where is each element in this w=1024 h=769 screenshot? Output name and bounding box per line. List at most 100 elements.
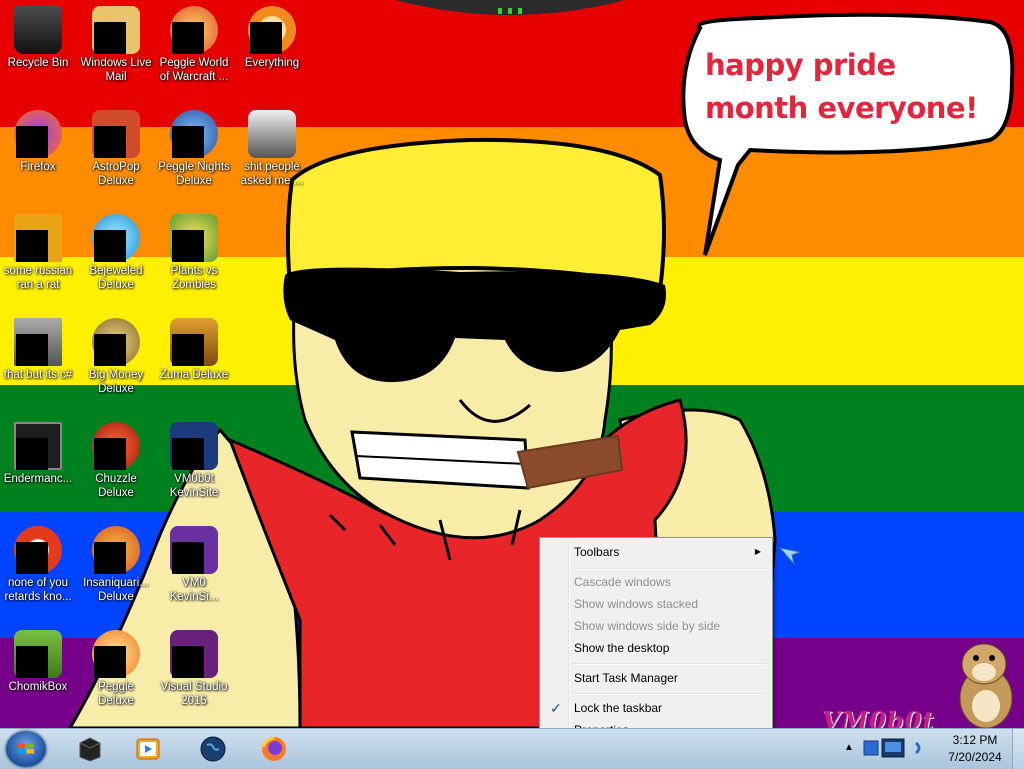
program-icon bbox=[14, 214, 62, 262]
menu-item-label: Start Task Manager bbox=[574, 671, 678, 685]
submenu-arrow-icon: ▶ bbox=[754, 547, 761, 556]
desktop-icon-label: Windows Live Mail bbox=[80, 57, 152, 83]
desktop-icon-label: Recycle Bin bbox=[7, 57, 69, 69]
network-icon bbox=[863, 740, 879, 756]
taskbar-pinned-cube[interactable] bbox=[62, 731, 118, 767]
menu-item-show-desktop[interactable]: Show the desktop bbox=[543, 637, 769, 659]
desktop-icon-recycle-bin[interactable]: Recycle Bin bbox=[0, 4, 76, 70]
globe-icon bbox=[200, 736, 226, 762]
menu-item-cascade-windows[interactable]: Cascade windows bbox=[543, 571, 769, 593]
taskbar[interactable]: ▲ 3:12 PM 7/20/2024 bbox=[0, 728, 1024, 769]
taskbar-pinned-globe[interactable] bbox=[185, 731, 241, 767]
tray-show-hidden-icons-button[interactable]: ▲ bbox=[842, 737, 856, 759]
speaker-icon bbox=[914, 741, 921, 755]
desktop-icon-chomikbox[interactable]: ChomikBox bbox=[0, 628, 76, 694]
hamster-icon bbox=[14, 630, 62, 678]
firefox-icon bbox=[14, 110, 62, 158]
desktop-icon-label: some russian ran a rat bbox=[3, 265, 73, 291]
peggle-icon bbox=[170, 110, 218, 158]
hamster-mascot-icon bbox=[959, 643, 1013, 728]
cube-icon bbox=[79, 737, 101, 762]
chuzzle-icon bbox=[92, 422, 140, 470]
menu-item-show-windows-stacked[interactable]: Show windows stacked bbox=[543, 593, 769, 615]
fish-icon bbox=[92, 526, 140, 574]
desktop-icon-peggle-wow[interactable]: Peggle World of Warcraft ... bbox=[156, 4, 232, 84]
vs-icon bbox=[170, 422, 218, 470]
desktop-icon-label: VM0b0t KevinSite bbox=[169, 473, 219, 499]
desktop-icon-label: shit people asked me ... bbox=[240, 161, 304, 187]
desktop-icon-chuzzle[interactable]: Chuzzle Deluxe bbox=[78, 420, 154, 500]
taskbar-context-menu: Toolbars ▶ Cascade windows Show windows … bbox=[539, 537, 773, 744]
desktop-icon-that-but-csharp[interactable]: that but its c# bbox=[0, 316, 76, 382]
menu-separator bbox=[572, 693, 766, 695]
desktop-icon-label: VM0 KevinSi... bbox=[169, 577, 219, 603]
desktop-icon-peggle-nights[interactable]: Peggle Nights Deluxe bbox=[156, 108, 232, 188]
checkmark-icon: ✓ bbox=[550, 700, 562, 716]
desktop-icon-everything[interactable]: Everything bbox=[234, 4, 310, 70]
window-icon bbox=[14, 318, 62, 366]
peggle-icon bbox=[92, 630, 140, 678]
menu-separator bbox=[572, 568, 766, 570]
terminal-icon bbox=[14, 422, 62, 470]
menu-item-label: Show windows stacked bbox=[574, 597, 699, 611]
folder-icon bbox=[248, 110, 296, 158]
desktop-icon-label: Endermanc... bbox=[3, 473, 73, 485]
plant-icon bbox=[170, 214, 218, 262]
menu-item-toolbars[interactable]: Toolbars ▶ bbox=[543, 541, 769, 563]
desktop-icon-label: Visual Studio 2015 bbox=[160, 681, 228, 707]
menu-item-lock-taskbar[interactable]: ✓ Lock the taskbar bbox=[543, 697, 769, 719]
clock-date: 7/20/2024 bbox=[948, 750, 1002, 764]
visual-studio-icon bbox=[170, 630, 218, 678]
desktop-icon-folder[interactable]: shit people asked me ... bbox=[234, 108, 310, 188]
desktop-icon-windows-live-mail[interactable]: Windows Live Mail bbox=[78, 4, 154, 84]
desktop-icon-firefox[interactable]: Firefox bbox=[0, 108, 76, 174]
desktop-icon-big-money[interactable]: Big Money Deluxe bbox=[78, 316, 154, 396]
desktop-icon-bejeweled[interactable]: Bejeweled Deluxe bbox=[78, 212, 154, 292]
program-icon bbox=[14, 526, 62, 574]
media-player-icon bbox=[136, 738, 160, 760]
desktop-icon-russian-rat[interactable]: some russian ran a rat bbox=[0, 212, 76, 292]
start-button[interactable] bbox=[6, 731, 46, 767]
money-icon bbox=[92, 318, 140, 366]
desktop-icon-label: Plants vs Zombies bbox=[170, 265, 218, 291]
desktop-icon-none-of-you[interactable]: none of you retards kno... bbox=[0, 524, 76, 604]
mail-icon bbox=[92, 6, 140, 54]
taskbar-pinned-firefox[interactable] bbox=[246, 731, 302, 767]
desktop-icon-label: that but its c# bbox=[3, 369, 73, 381]
watermark-text: VM0b0t bbox=[822, 706, 935, 728]
desktop[interactable]: happy pride month everyone! VM0b0t Recyc… bbox=[0, 0, 1024, 728]
desktop-icon-endermanc[interactable]: Endermanc... bbox=[0, 420, 76, 486]
game-icon bbox=[92, 110, 140, 158]
menu-item-label: Lock the taskbar bbox=[574, 701, 663, 715]
menu-item-start-task-manager[interactable]: Start Task Manager bbox=[543, 667, 769, 689]
firefox-icon bbox=[261, 736, 286, 761]
menu-item-show-side-by-side[interactable]: Show windows side by side bbox=[543, 615, 769, 637]
show-desktop-button[interactable] bbox=[1012, 729, 1024, 769]
system-clock[interactable]: 3:12 PM 7/20/2024 bbox=[940, 732, 1010, 766]
desktop-icon-zuma[interactable]: Zuma Deluxe bbox=[156, 316, 232, 382]
desktop-icon-label: Big Money Deluxe bbox=[88, 369, 144, 395]
desktop-icon-label: Everything bbox=[244, 57, 300, 69]
peggle-icon bbox=[170, 6, 218, 54]
desktop-icon-label: Peggle World of Warcraft ... bbox=[159, 57, 229, 83]
desktop-icon-label: Peggle Deluxe bbox=[98, 681, 134, 707]
desktop-icon-vm0b0t-kevinsite[interactable]: VM0b0t KevinSite bbox=[156, 420, 232, 500]
tray-icons bbox=[863, 738, 921, 758]
menu-separator bbox=[572, 663, 766, 665]
desktop-icon-label: Bejeweled Deluxe bbox=[89, 265, 143, 291]
mouse-cursor-icon bbox=[779, 547, 801, 565]
menu-item-label: Show windows side by side bbox=[574, 619, 721, 633]
menu-item-label: Show the desktop bbox=[574, 641, 670, 655]
desktop-icon-label: Zuma Deluxe bbox=[159, 369, 229, 381]
desktop-icon-label: Firefox bbox=[20, 161, 56, 173]
desktop-icon-visual-studio[interactable]: Visual Studio 2015 bbox=[156, 628, 232, 708]
desktop-icon-label: ChomikBox bbox=[8, 681, 68, 693]
taskbar-pinned-media-player[interactable] bbox=[120, 731, 176, 767]
desktop-icon-peggle-deluxe[interactable]: Peggle Deluxe bbox=[78, 628, 154, 708]
search-icon bbox=[248, 6, 296, 54]
desktop-icon-insaniquarium[interactable]: Insaniquari... Deluxe bbox=[78, 524, 154, 604]
desktop-icon-astropop[interactable]: AstroPop Deluxe bbox=[78, 108, 154, 188]
desktop-icon-vm0-kevinsite[interactable]: VM0 KevinSi... bbox=[156, 524, 232, 604]
desktop-icon-plants-vs-zombies[interactable]: Plants vs Zombies bbox=[156, 212, 232, 292]
zuma-icon bbox=[170, 318, 218, 366]
